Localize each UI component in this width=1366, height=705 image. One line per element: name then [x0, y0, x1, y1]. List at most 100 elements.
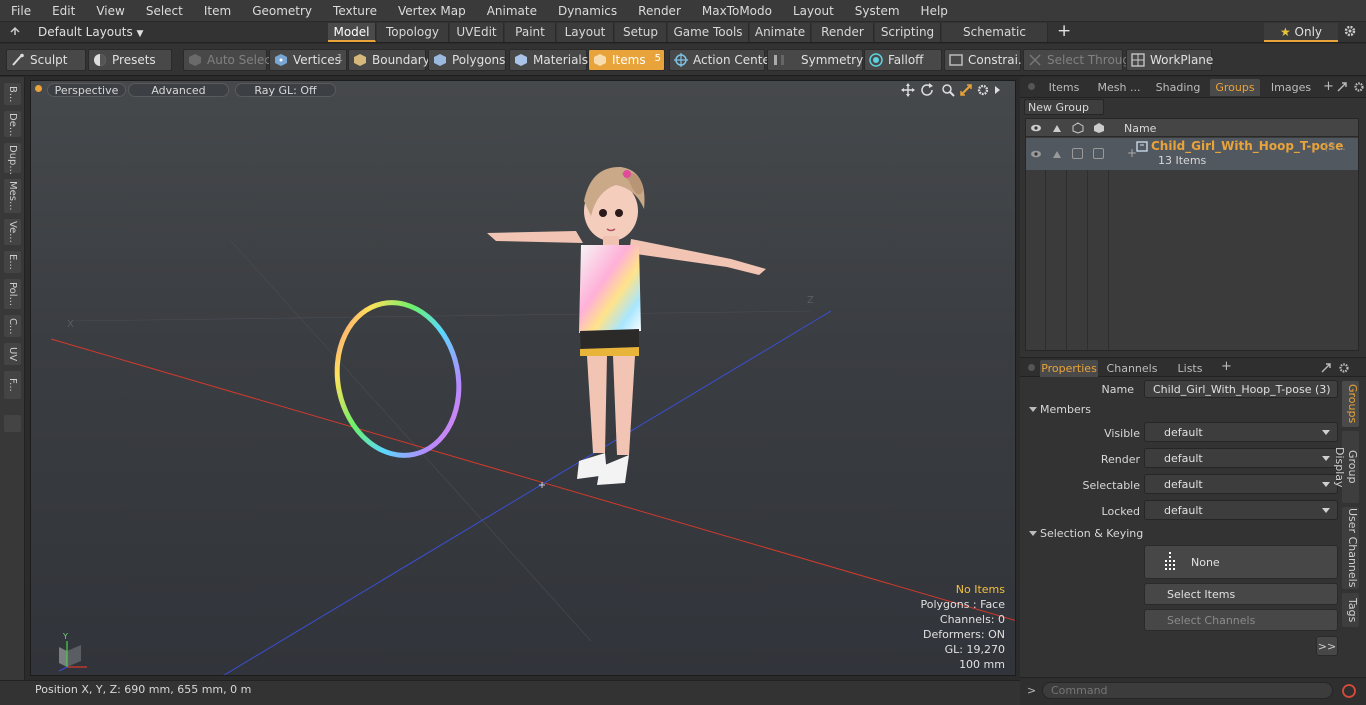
selectable-dropdown[interactable]: default	[1144, 474, 1338, 494]
menu-file[interactable]: File	[0, 0, 41, 22]
menu-dynamics[interactable]: Dynamics	[547, 0, 627, 22]
left-tab-basic[interactable]: B...	[4, 83, 21, 105]
row-select-checkbox[interactable]	[1093, 148, 1104, 159]
left-tab-curve[interactable]: C...	[4, 315, 21, 337]
menu-edit[interactable]: Edit	[41, 0, 85, 22]
left-tab-uv[interactable]: UV	[4, 343, 21, 365]
tab-scripting[interactable]: Scripting	[875, 23, 941, 42]
panel-gear-icon[interactable]	[1353, 81, 1365, 93]
tab-topology[interactable]: Topology	[377, 23, 449, 42]
properties-expand-icon[interactable]	[1320, 362, 1332, 374]
new-group-button[interactable]: New Group	[1024, 99, 1104, 115]
left-tab-deform[interactable]: De...	[4, 111, 21, 137]
action-center-button[interactable]: Action Center	[669, 49, 775, 71]
tab-game-tools[interactable]: Game Tools	[668, 23, 749, 42]
properties-gear-icon[interactable]	[1338, 362, 1350, 374]
tab-model[interactable]: Model	[328, 23, 376, 42]
none-button[interactable]: None	[1144, 545, 1338, 579]
row-lock-checkbox[interactable]	[1072, 148, 1083, 159]
tab-lists[interactable]: Lists	[1166, 360, 1214, 377]
command-input[interactable]	[1042, 682, 1333, 699]
tab-setup[interactable]: Setup	[615, 23, 667, 42]
layout-menu-icon[interactable]	[10, 26, 20, 36]
menu-animate[interactable]: Animate	[476, 0, 547, 22]
properties-add-tab[interactable]: +	[1221, 359, 1232, 374]
left-tab-edge[interactable]: E...	[4, 251, 21, 273]
tab-animate[interactable]: Animate	[750, 23, 811, 42]
tab-paint[interactable]: Paint	[505, 23, 556, 42]
menu-system[interactable]: System	[844, 0, 910, 22]
group-folder-icon	[1136, 141, 1148, 152]
tab-images[interactable]: Images	[1264, 79, 1318, 96]
left-tab-vertex[interactable]: Ve...	[4, 219, 21, 245]
menu-geometry[interactable]: Geometry	[241, 0, 322, 22]
groups-add-tab[interactable]: +	[1323, 79, 1334, 94]
menu-maxtomodo[interactable]: MaxToModo	[691, 0, 782, 22]
select-items-button[interactable]: Select Items	[1144, 583, 1338, 605]
auto-select-button[interactable]: Auto Select	[183, 49, 276, 71]
menu-layout[interactable]: Layout	[782, 0, 844, 22]
menu-render[interactable]: Render	[627, 0, 691, 22]
left-tab-fusion[interactable]: F...	[4, 371, 21, 399]
select-channels-button[interactable]: Select Channels	[1144, 609, 1338, 631]
left-tab-duplicate[interactable]: Dup...	[4, 143, 21, 175]
left-tab-polygon[interactable]: Pol...	[4, 279, 21, 309]
left-strip-toggle[interactable]	[4, 415, 21, 432]
menu-select[interactable]: Select	[135, 0, 193, 22]
menu-help[interactable]: Help	[910, 0, 958, 22]
tab-schematic-fusion[interactable]: Schematic Fusion	[942, 23, 1048, 58]
info-scale: 100 mm	[959, 658, 1005, 671]
default-layouts-dropdown[interactable]: Default Layouts ▼	[38, 24, 143, 43]
only-toggle[interactable]: ★ Only	[1264, 23, 1338, 42]
panel-menu-dot[interactable]	[1028, 83, 1035, 90]
add-tab-button[interactable]: +	[1057, 21, 1071, 41]
presets-button[interactable]: Presets	[88, 49, 172, 71]
tab-shading[interactable]: Shading	[1150, 79, 1206, 96]
falloff-button[interactable]: Falloff	[864, 49, 942, 71]
tab-render[interactable]: Render	[812, 23, 874, 42]
tab-groups[interactable]: Groups	[1210, 79, 1260, 96]
selection-keying-section[interactable]: Selection & Keying	[1026, 526, 1356, 542]
tab-uvedit[interactable]: UVEdit	[450, 23, 504, 42]
items-button[interactable]: Items 5	[588, 49, 665, 71]
menu-texture[interactable]: Texture	[322, 0, 387, 22]
tab-items[interactable]: Items	[1042, 79, 1086, 96]
menu-item[interactable]: Item	[193, 0, 241, 22]
visible-label: Visible	[1104, 427, 1140, 440]
members-section[interactable]: Members	[1026, 402, 1356, 418]
select-through-button[interactable]: Select Through	[1023, 49, 1138, 71]
menu-vertex-map[interactable]: Vertex Map	[387, 0, 476, 22]
vertices-button[interactable]: Vertices 1	[269, 49, 347, 71]
constraints-button[interactable]: Constrai...	[944, 49, 1029, 71]
materials-button[interactable]: Materials	[509, 49, 588, 71]
group-row[interactable]: + Child_Girl_With_Hoop_T-pose (3... 13 I…	[1026, 138, 1358, 170]
3d-viewport[interactable]: Perspective Advanced Ray GL: Off X Z Y N…	[30, 80, 1016, 676]
side-tab-group-display[interactable]: Group Display	[1333, 431, 1359, 503]
name-input[interactable]: Child_Girl_With_Hoop_T-pose (3)	[1144, 380, 1338, 398]
expand-panel-icon[interactable]	[1336, 81, 1348, 93]
symmetry-button[interactable]: Symmetry	[767, 49, 863, 71]
left-tab-mesh-edit[interactable]: Mes...	[4, 179, 21, 213]
visible-dropdown[interactable]: default	[1144, 422, 1338, 442]
sculpt-button[interactable]: Sculpt	[6, 49, 86, 71]
row-render-icon[interactable]	[1051, 148, 1063, 160]
gear-icon[interactable]	[1343, 24, 1357, 38]
side-tab-user-channels[interactable]: User Channels	[1342, 507, 1359, 589]
side-tab-groups[interactable]: Groups	[1342, 381, 1359, 427]
tab-properties[interactable]: Properties	[1040, 360, 1098, 377]
tab-mesh[interactable]: Mesh ...	[1092, 79, 1146, 96]
workplane-button[interactable]: WorkPlane	[1126, 49, 1213, 71]
select-through-label: Select Through	[1047, 53, 1138, 67]
menu-view[interactable]: View	[85, 0, 134, 22]
expand-more-button[interactable]: >>	[1316, 636, 1338, 656]
polygons-button[interactable]: Polygons	[428, 49, 506, 71]
boundary-button[interactable]: Boundary	[348, 49, 430, 71]
locked-dropdown[interactable]: default	[1144, 500, 1338, 520]
render-dropdown[interactable]: default	[1144, 448, 1338, 468]
record-macro-icon[interactable]	[1340, 682, 1358, 700]
row-visibility-icon[interactable]	[1030, 148, 1042, 160]
side-tab-tags[interactable]: Tags	[1342, 593, 1359, 627]
tab-layout[interactable]: Layout	[557, 23, 614, 42]
tab-channels[interactable]: Channels	[1104, 360, 1160, 377]
properties-menu-dot[interactable]	[1028, 364, 1035, 371]
